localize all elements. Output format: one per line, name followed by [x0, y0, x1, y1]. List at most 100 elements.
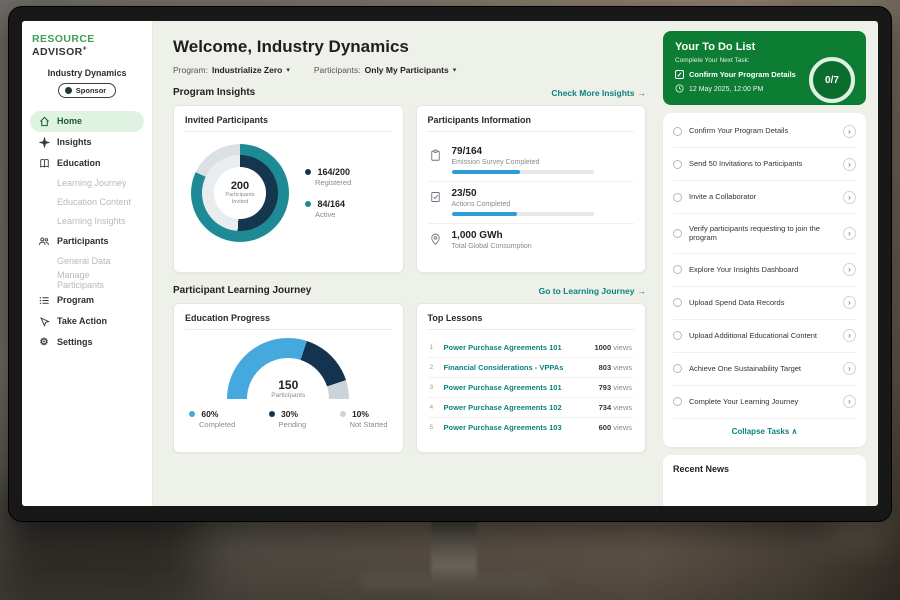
legend-label: Active — [315, 210, 351, 219]
task-item[interactable]: Complete Your Learning Journey › — [673, 386, 856, 419]
gauge-legend: 60% Completed 30% Pending 10% — [185, 409, 392, 429]
task-item[interactable]: Explore Your Insights Dashboard › — [673, 254, 856, 287]
lesson-views: 734 views — [599, 403, 632, 412]
sidebar-item-home[interactable]: Home — [30, 111, 144, 132]
stat-content: 79/164 Emission Survey Completed — [452, 146, 594, 174]
task-item[interactable]: Verify participants requesting to join t… — [673, 214, 856, 254]
sidebar-item-label: Learning Journey — [57, 178, 127, 188]
task-label: Invite a Collaborator — [689, 192, 836, 202]
chevron-right-icon[interactable]: › — [843, 125, 856, 138]
todo-title: Your To Do List — [675, 41, 854, 53]
task-item[interactable]: Invite a Collaborator › — [673, 181, 856, 214]
task-item[interactable]: Send 50 Invitations to Participants › — [673, 148, 856, 181]
task-item[interactable]: Confirm Your Program Details › — [673, 115, 856, 148]
monitor-stand-base — [360, 572, 550, 588]
checkbox-icon[interactable] — [673, 331, 682, 340]
program-list-icon — [38, 295, 50, 306]
sidebar-item-participants[interactable]: Participants — [30, 231, 144, 252]
legend-value: 164/200 — [318, 167, 351, 177]
chevron-right-icon[interactable]: › — [843, 362, 856, 375]
collapse-tasks-link[interactable]: Collapse Tasks ∧ — [673, 419, 856, 445]
education-icon — [38, 158, 50, 169]
lesson-title-link[interactable]: Power Purchase Agreements 102 — [444, 403, 592, 412]
sidebar-item-learning-insights[interactable]: Learning Insights — [30, 212, 144, 231]
take-action-icon — [38, 316, 50, 327]
gauge-center-value: 150 — [227, 378, 349, 392]
task-label: Confirm Your Program Details — [689, 126, 836, 136]
chevron-right-icon[interactable]: › — [843, 191, 856, 204]
stat-label: Actions Completed — [452, 201, 594, 208]
checkbox-icon[interactable] — [673, 193, 682, 202]
invited-donut-chart: 200 Participants Invited — [191, 144, 289, 242]
chevron-right-icon[interactable]: › — [843, 395, 856, 408]
lesson-title-link[interactable]: Power Purchase Agreements 103 — [444, 423, 592, 432]
stat-global-consumption: 1,000 GWh Total Global Consumption — [428, 224, 635, 261]
stat-label: Total Global Consumption — [452, 243, 532, 250]
task-item[interactable]: Upload Spend Data Records › — [673, 287, 856, 320]
filters-row: Program: Industrialize Zero ▾ Participan… — [173, 65, 646, 75]
check-more-insights-link[interactable]: Check More Insights→ — [551, 88, 646, 98]
lesson-views: 803 views — [599, 363, 632, 372]
stat-emission-survey: 79/164 Emission Survey Completed — [428, 140, 635, 182]
clock-icon — [675, 84, 684, 95]
organization-name: Industry Dynamics — [30, 68, 144, 78]
participants-filter[interactable]: Participants: Only My Participants ▾ — [314, 65, 456, 75]
app-logo: RESOURCE ADVISOR+ — [30, 33, 144, 58]
chevron-right-icon[interactable]: › — [843, 158, 856, 171]
checkbox-icon[interactable] — [673, 127, 682, 136]
task-label: Complete Your Learning Journey — [689, 397, 836, 407]
home-icon — [38, 116, 50, 127]
checkbox-icon[interactable] — [673, 229, 682, 238]
donut-center: 200 Participants Invited — [214, 167, 266, 219]
sidebar-item-program[interactable]: Program — [30, 290, 144, 311]
checklist-icon — [430, 188, 443, 216]
lesson-title-link[interactable]: Power Purchase Agreements 101 — [444, 383, 592, 392]
lesson-title-link[interactable]: Financial Considerations - VPPAs — [444, 363, 592, 372]
todo-next-task[interactable]: ✓ Confirm Your Program Details — [675, 70, 805, 79]
sponsor-icon — [65, 87, 72, 94]
location-pin-icon — [430, 230, 443, 254]
lesson-title-link[interactable]: Power Purchase Agreements 101 — [444, 343, 588, 352]
sidebar-item-take-action[interactable]: Take Action — [30, 311, 144, 332]
task-item[interactable]: Upload Additional Educational Content › — [673, 320, 856, 353]
sidebar-item-insights[interactable]: Insights — [30, 132, 144, 153]
task-label: Send 50 Invitations to Participants — [689, 159, 836, 169]
sidebar-item-label: Learning Insights — [57, 216, 126, 226]
sidebar-item-label: Insights — [57, 137, 92, 147]
task-item[interactable]: Achieve One Sustainability Target › — [673, 353, 856, 386]
task-label: Upload Spend Data Records — [689, 298, 836, 308]
chevron-right-icon[interactable]: › — [843, 329, 856, 342]
task-label: Verify participants requesting to join t… — [689, 224, 836, 244]
go-to-learning-journey-link[interactable]: Go to Learning Journey→ — [539, 286, 646, 296]
chevron-right-icon[interactable]: › — [843, 263, 856, 276]
sidebar-item-manage-participants[interactable]: Manage Participants — [30, 271, 144, 290]
lesson-views: 1000 views — [594, 343, 632, 352]
checkbox-icon[interactable] — [673, 160, 682, 169]
donut-center-label: Participants Invited — [220, 192, 260, 207]
sidebar-item-education-content[interactable]: Education Content — [30, 193, 144, 212]
checkbox-icon[interactable] — [673, 397, 682, 406]
program-filter[interactable]: Program: Industrialize Zero ▾ — [173, 65, 290, 75]
sidebar: RESOURCE ADVISOR+ Industry Dynamics Spon… — [22, 21, 153, 506]
sidebar-item-settings[interactable]: ⚙ Settings — [30, 332, 144, 353]
checkbox-icon[interactable] — [673, 265, 682, 274]
checkbox-icon[interactable] — [673, 298, 682, 307]
insights-cards-row: Invited Participants 200 Participants In… — [173, 105, 646, 273]
checkbox-icon[interactable] — [673, 364, 682, 373]
sidebar-item-learning-journey[interactable]: Learning Journey — [30, 174, 144, 193]
gauge-center: 150 Participants — [227, 378, 349, 399]
lesson-views: 600 views — [599, 423, 632, 432]
insights-icon — [38, 137, 50, 148]
sidebar-item-general-data[interactable]: General Data — [30, 252, 144, 271]
gauge-center-label: Participants — [227, 392, 349, 399]
legend-value: 60% — [201, 409, 218, 419]
todo-summary-card: Your To Do List Complete Your Next Task:… — [663, 31, 866, 105]
sidebar-item-label: Education — [57, 158, 101, 168]
chevron-right-icon[interactable]: › — [843, 227, 856, 240]
learning-cards-row: Education Progress 150 Participants — [173, 303, 646, 453]
legend-dot — [340, 411, 346, 417]
recent-news-heading: Recent News — [673, 464, 856, 474]
chevron-right-icon[interactable]: › — [843, 296, 856, 309]
todo-due-label: 12 May 2025, 12:00 PM — [689, 86, 763, 93]
sidebar-item-education[interactable]: Education — [30, 153, 144, 174]
